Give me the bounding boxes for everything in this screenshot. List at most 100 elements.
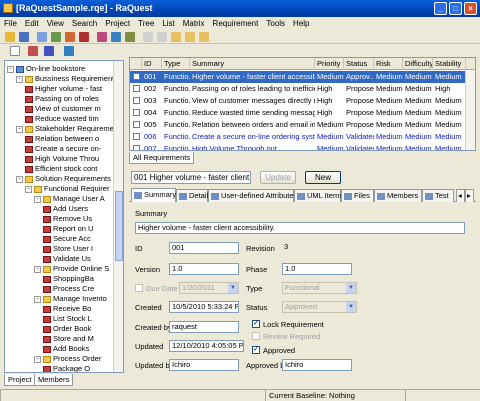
tab-members[interactable]: Members [34, 374, 74, 386]
grid-scrollbar[interactable] [465, 70, 475, 150]
approved-checkbox[interactable]: ✓ [252, 346, 260, 354]
cell-difficulty: Medium [405, 96, 432, 105]
tree-view-icon[interactable] [64, 46, 74, 56]
history-icon[interactable] [157, 32, 167, 42]
collapse-toggle-icon[interactable]: - [34, 265, 41, 273]
collapse-toggle-icon[interactable]: - [34, 355, 41, 363]
table-row[interactable]: 002 Functio...Passing on of roles leading… [130, 83, 475, 95]
delete-icon[interactable] [79, 32, 89, 42]
table-row[interactable]: 005 Functio...Relation between orders and… [130, 119, 475, 131]
copy-icon[interactable] [185, 32, 195, 42]
collapse-toggle-icon[interactable]: - [7, 65, 14, 73]
due-date-field[interactable]: 1/20/2011 ▼ [179, 282, 239, 294]
tree-scroll-thumb[interactable] [115, 191, 123, 261]
tab-uml-items[interactable]: UML Items [294, 189, 343, 202]
phase-field[interactable]: 1.0 [282, 263, 352, 275]
collapse-toggle-icon[interactable]: - [34, 295, 41, 303]
cell-summary: Relation between orders and email inquir… [192, 120, 315, 129]
help-icon[interactable] [143, 32, 153, 42]
print-icon[interactable] [97, 32, 107, 42]
close-button[interactable]: × [464, 2, 477, 15]
header-priority[interactable]: Priority [315, 58, 344, 70]
header-difficulty[interactable]: Difficulty [403, 58, 433, 70]
lock-requirement-checkbox[interactable]: ✓ [252, 320, 260, 328]
row-checkbox[interactable] [133, 145, 140, 150]
new-button[interactable]: New [305, 171, 341, 184]
collapse-toggle-icon[interactable]: - [16, 75, 23, 83]
tab-test[interactable]: Test [422, 189, 454, 202]
menu-tree[interactable]: Tree [134, 19, 158, 28]
tree-item[interactable]: Package O [43, 363, 90, 372]
row-checkbox[interactable] [133, 73, 140, 80]
row-checkbox[interactable] [133, 85, 140, 92]
row-checkbox[interactable] [133, 121, 140, 128]
summary-icon [134, 192, 142, 199]
row-checkbox[interactable] [133, 133, 140, 140]
maximize-button[interactable]: □ [449, 2, 462, 15]
due-date-checkbox[interactable] [135, 284, 143, 292]
tab-scroll-right[interactable]: ▸ [465, 189, 474, 202]
tab-project[interactable]: Project [4, 374, 36, 386]
requirements-grid[interactable]: ID Type Summary Priority Status Risk Dif… [129, 57, 476, 151]
paste-icon[interactable] [199, 32, 209, 42]
matrix-icon[interactable] [111, 32, 121, 42]
menu-project[interactable]: Project [101, 19, 134, 28]
summary-field[interactable]: Higher volume - faster client accessibil… [135, 222, 465, 234]
table-row[interactable]: 003 Functio...View of customer messages d… [130, 95, 475, 107]
chevron-down-icon[interactable]: ▼ [346, 283, 356, 293]
menu-requirement[interactable]: Requirement [209, 19, 263, 28]
link-icon[interactable] [65, 32, 75, 42]
import-icon[interactable] [37, 32, 47, 42]
chevron-down-icon[interactable]: ▼ [228, 283, 238, 293]
tab-members[interactable]: Members [374, 189, 422, 202]
menu-matrix[interactable]: Matrix [179, 19, 209, 28]
tab-all-requirements[interactable]: All Requirements [129, 152, 195, 164]
collapse-toggle-icon[interactable]: - [34, 195, 41, 203]
menu-help[interactable]: Help [289, 19, 313, 28]
collapse-toggle-icon[interactable]: - [25, 185, 32, 193]
tab-summary[interactable]: Summary [131, 188, 176, 203]
project-tree[interactable]: - On-line bookstore - Bussiness Requirement… [4, 60, 124, 373]
collapse-toggle-icon[interactable]: - [16, 175, 23, 183]
menu-search[interactable]: Search [68, 19, 101, 28]
header-risk[interactable]: Risk [374, 58, 403, 70]
collapse-toggle-icon[interactable]: - [16, 125, 23, 133]
version-field[interactable]: 1.0 [169, 263, 239, 275]
minimize-button[interactable]: _ [434, 2, 447, 15]
save-icon[interactable] [19, 32, 29, 42]
folder-new-icon[interactable] [10, 46, 20, 56]
menu-list[interactable]: List [158, 19, 178, 28]
export-icon[interactable] [51, 32, 61, 42]
update-button[interactable]: Update [260, 171, 296, 184]
folder-down-icon[interactable] [44, 46, 54, 56]
settings-icon[interactable] [125, 32, 135, 42]
table-row[interactable]: 007 Functio...High Volume Through out Medi… [130, 143, 475, 150]
menu-edit[interactable]: Edit [21, 19, 43, 28]
table-row[interactable]: 006 Functio...Create a secure on-line ord… [130, 131, 475, 143]
menu-file[interactable]: File [0, 19, 21, 28]
status-select[interactable]: Approved ▼ [282, 301, 357, 313]
tab-user-defined-attributes[interactable]: User-defined Attributes [208, 189, 297, 202]
refresh-icon[interactable] [171, 32, 181, 42]
tab-files[interactable]: Files [341, 189, 374, 202]
header-stability[interactable]: Stability [433, 58, 466, 70]
chevron-down-icon[interactable]: ▼ [346, 302, 356, 312]
tab-scroll-left[interactable]: ◂ [456, 189, 465, 202]
header-status[interactable]: Status [344, 58, 374, 70]
folder-up-icon[interactable] [28, 46, 38, 56]
review-required-checkbox[interactable] [252, 332, 260, 340]
header-summary[interactable]: Summary [190, 58, 315, 70]
menu-view[interactable]: View [43, 19, 68, 28]
header-id[interactable]: ID [142, 58, 162, 70]
menu-tools[interactable]: Tools [262, 19, 289, 28]
row-checkbox[interactable] [133, 97, 140, 104]
tree-scrollbar[interactable] [113, 61, 123, 372]
row-checkbox[interactable] [133, 109, 140, 116]
tab-detail[interactable]: Detail [176, 189, 208, 202]
table-row[interactable]: 001 Functio...Higher volume - faster clie… [130, 71, 475, 83]
header-type[interactable]: Type [162, 58, 190, 70]
table-row[interactable]: 004 Functio...Reduce wasted time sending … [130, 107, 475, 119]
type-select[interactable]: Functional ▼ [282, 282, 357, 294]
id-field[interactable]: 001 [169, 242, 239, 254]
open-icon[interactable] [5, 32, 15, 42]
